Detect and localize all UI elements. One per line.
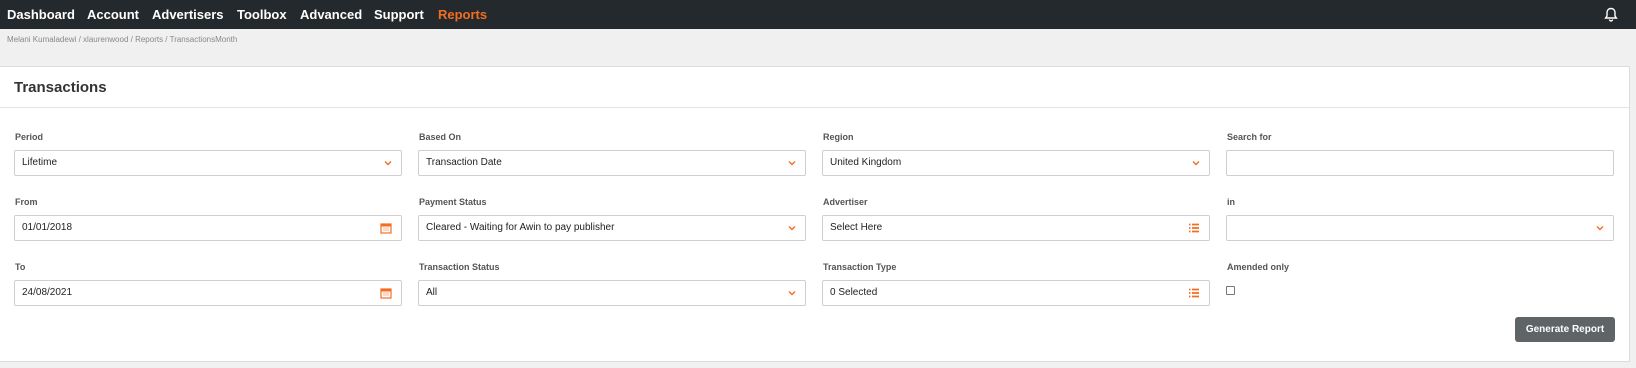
transaction-type-select[interactable]: 0 Selected xyxy=(822,280,1210,306)
bell-icon[interactable] xyxy=(1604,7,1618,22)
calendar-icon[interactable] xyxy=(380,287,392,299)
period-label: Period xyxy=(15,132,44,142)
period-value: Lifetime xyxy=(22,157,58,168)
panel-divider xyxy=(0,107,1629,108)
to-date-value: 24/08/2021 xyxy=(22,287,73,298)
amended-only-label: Amended only xyxy=(1227,262,1290,272)
region-select[interactable]: United Kingdom xyxy=(822,150,1210,176)
advertiser-select[interactable]: Select Here xyxy=(822,215,1210,241)
nav-toolbox[interactable]: Toolbox xyxy=(237,7,287,22)
nav-account[interactable]: Account xyxy=(87,7,139,22)
nav-advanced[interactable]: Advanced xyxy=(300,7,362,22)
chevron-down-icon xyxy=(1192,161,1200,166)
transaction-status-value: All xyxy=(426,287,438,298)
breadcrumb: Melani Kumaladewi / xlaurenwood / Report… xyxy=(7,35,238,44)
advertiser-value: Select Here xyxy=(830,222,883,233)
nav-reports[interactable]: Reports xyxy=(438,7,487,22)
calendar-icon[interactable] xyxy=(380,222,392,234)
search-for-input-box[interactable] xyxy=(1226,150,1614,176)
in-select[interactable] xyxy=(1226,215,1614,241)
in-label: in xyxy=(1227,197,1235,207)
transactions-panel: Transactions Period Based On Region Sear… xyxy=(0,66,1630,362)
to-date-field[interactable]: 24/08/2021 xyxy=(14,280,402,306)
transaction-status-select[interactable]: All xyxy=(418,280,806,306)
from-label: From xyxy=(15,197,38,207)
chevron-down-icon xyxy=(788,291,796,296)
list-icon[interactable] xyxy=(1188,287,1200,299)
based-on-label: Based On xyxy=(419,132,462,142)
region-label: Region xyxy=(823,132,854,142)
payment-status-select[interactable]: Cleared - Waiting for Awin to pay publis… xyxy=(418,215,806,241)
region-value: United Kingdom xyxy=(830,157,902,168)
payment-status-label: Payment Status xyxy=(419,197,487,207)
transaction-type-label: Transaction Type xyxy=(823,262,897,272)
based-on-select[interactable]: Transaction Date xyxy=(418,150,806,176)
from-date-field[interactable]: 01/01/2018 xyxy=(14,215,402,241)
nav-advertisers[interactable]: Advertisers xyxy=(152,7,224,22)
from-date-value: 01/01/2018 xyxy=(22,222,73,233)
period-select[interactable]: Lifetime xyxy=(14,150,402,176)
chevron-down-icon xyxy=(1596,226,1604,231)
nav-dashboard[interactable]: Dashboard xyxy=(7,7,75,22)
transaction-status-label: Transaction Status xyxy=(419,262,500,272)
list-icon[interactable] xyxy=(1188,222,1200,234)
amended-only-checkbox[interactable] xyxy=(1226,286,1235,295)
page-title: Transactions xyxy=(14,79,107,96)
chevron-down-icon xyxy=(384,161,392,166)
based-on-value: Transaction Date xyxy=(426,157,502,168)
chevron-down-icon xyxy=(788,161,796,166)
search-for-input[interactable] xyxy=(1234,151,1613,175)
advertiser-label: Advertiser xyxy=(823,197,868,207)
to-label: To xyxy=(15,262,26,272)
nav-support[interactable]: Support xyxy=(374,7,424,22)
chevron-down-icon xyxy=(788,226,796,231)
search-for-label: Search for xyxy=(1227,132,1272,142)
generate-report-button[interactable]: Generate Report xyxy=(1515,317,1615,342)
payment-status-value: Cleared - Waiting for Awin to pay publis… xyxy=(426,222,615,233)
transaction-type-value: 0 Selected xyxy=(830,287,878,298)
top-navigation-bar: Dashboard Account Advertisers Toolbox Ad… xyxy=(0,0,1636,29)
